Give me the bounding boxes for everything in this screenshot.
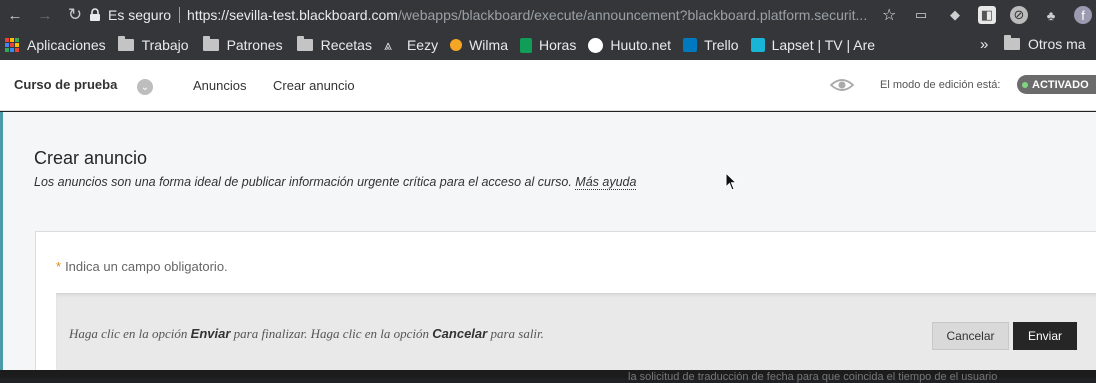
shield-extension-icon[interactable]: ◧ xyxy=(978,6,996,24)
lock-icon xyxy=(90,8,100,21)
bookmark-label: Lapset | TV | Are xyxy=(771,37,876,53)
announcement-form: * Indica un campo obligatorio. Haga clic … xyxy=(35,231,1096,377)
submit-bar: Haga clic en la opción Enviar para final… xyxy=(56,293,1096,373)
bookmark-eezy[interactable]: ⩓ Eezy xyxy=(384,37,438,53)
edit-mode-toggle[interactable]: ACTIVADO xyxy=(1017,75,1096,94)
cast-icon[interactable]: ▭ xyxy=(912,6,930,24)
huuto-icon xyxy=(588,37,604,53)
bookmark-label: Patrones xyxy=(226,37,283,53)
bookmark-label: Horas xyxy=(538,37,577,53)
fedora-icon[interactable]: f xyxy=(1074,6,1092,24)
bookmark-apps[interactable]: Aplicaciones xyxy=(4,37,106,53)
edit-mode-label: El modo de edición está: xyxy=(880,79,1001,91)
bookmark-label: Trabajo xyxy=(141,37,189,53)
instruction-submit-word: Enviar xyxy=(190,326,231,341)
sheets-icon xyxy=(519,37,532,53)
forward-icon[interactable]: → xyxy=(30,0,60,30)
instruction-part: para salir. xyxy=(487,326,544,341)
address-separator xyxy=(179,7,181,23)
secure-label: Es seguro xyxy=(108,7,172,23)
instruction-cancel-word: Cancelar xyxy=(432,326,488,341)
edit-mode-value: ACTIVADO xyxy=(1032,78,1089,91)
submit-button[interactable]: Enviar xyxy=(1013,322,1077,350)
bookmark-label: Aplicaciones xyxy=(27,37,106,53)
cancel-button[interactable]: Cancelar xyxy=(932,322,1009,350)
submit-instructions: Haga clic en la opción Enviar para final… xyxy=(69,326,544,342)
instruction-part: Haga clic en la opción xyxy=(69,326,191,341)
eezy-icon: ⩓ xyxy=(383,37,392,53)
bookmark-star-icon[interactable]: ☆ xyxy=(882,5,896,25)
bookmark-wilma[interactable]: Wilma xyxy=(450,37,508,53)
gnome-icon[interactable]: ♣ xyxy=(1042,6,1060,24)
reload-icon[interactable]: ↻ xyxy=(60,0,90,30)
description-text: Los anuncios son una forma ideal de publ… xyxy=(34,175,572,189)
bookmark-trello[interactable]: Trello xyxy=(683,37,739,53)
folder-icon xyxy=(202,36,219,51)
back-icon[interactable]: ← xyxy=(0,0,30,30)
bookmark-yle[interactable]: Lapset | TV | Are xyxy=(750,37,876,53)
bookmark-horas[interactable]: Horas xyxy=(519,37,577,53)
folder-icon xyxy=(117,36,134,51)
bookmarks-overflow-button[interactable]: » xyxy=(980,36,988,53)
page-title: Crear anuncio xyxy=(34,148,148,168)
bookmark-folder-recetas[interactable]: Recetas xyxy=(296,36,372,53)
help-link[interactable]: Más ayuda xyxy=(575,175,637,190)
bookmark-label: Huuto.net xyxy=(610,37,672,53)
student-preview-eye-icon[interactable] xyxy=(830,76,854,94)
compass-icon[interactable]: ⊘ xyxy=(1010,6,1028,24)
bookmark-huuto[interactable]: Huuto.net xyxy=(588,37,671,53)
apps-grid-icon xyxy=(5,38,19,52)
course-name[interactable]: Curso de prueba xyxy=(14,77,117,92)
required-asterisk: * xyxy=(56,259,62,274)
wilma-icon xyxy=(450,39,463,51)
bookmark-label: Trello xyxy=(704,37,739,53)
bookmarks-bar: Aplicaciones Trabajo Patrones Recetas ⩓ … xyxy=(0,30,1096,60)
page-description: Los anuncios son una forma ideal de publ… xyxy=(34,175,637,190)
bookmark-folder-otros[interactable]: Otros ma xyxy=(1004,35,1086,52)
main-content: Crear anuncio Los anuncios son una forma… xyxy=(0,112,1096,377)
bookmark-folder-patrones[interactable]: Patrones xyxy=(202,36,283,53)
breadcrumb-anuncios[interactable]: Anuncios xyxy=(193,78,246,93)
bottom-text-fragment: la solicitud de traducción de fecha para… xyxy=(628,371,998,383)
course-header: Curso de prueba ⌄ Anuncios Crear anuncio… xyxy=(0,60,1096,111)
chevron-down-icon[interactable]: ⌄ xyxy=(137,79,153,95)
bookmark-label: Recetas xyxy=(320,37,372,53)
bookmark-label: Wilma xyxy=(469,37,508,53)
url-path: /webapps/blackboard/execute/announcement… xyxy=(397,7,868,23)
status-dot xyxy=(1022,81,1028,88)
mouse-pointer-icon xyxy=(725,172,738,191)
instruction-part: para finalizar. Haga clic en la opción xyxy=(230,326,433,341)
bookmark-label: Eezy xyxy=(406,37,439,53)
url-origin: https://sevilla-test.blackboard.com xyxy=(187,7,398,23)
yle-icon xyxy=(750,38,765,52)
dropbox-icon[interactable]: ◆ xyxy=(946,6,964,24)
required-note-text: Indica un campo obligatorio. xyxy=(65,259,228,274)
folder-icon xyxy=(1004,35,1020,50)
required-field-note: * Indica un campo obligatorio. xyxy=(56,259,228,274)
bookmark-folder-trabajo[interactable]: Trabajo xyxy=(117,36,189,53)
breadcrumb-crear-anuncio: Crear anuncio xyxy=(273,78,355,93)
trello-icon xyxy=(683,38,698,52)
folder-icon xyxy=(296,36,313,51)
address-bar[interactable]: Es seguro https://sevilla-test.blackboar… xyxy=(88,3,908,27)
bookmark-label: Otros ma xyxy=(1028,36,1086,52)
